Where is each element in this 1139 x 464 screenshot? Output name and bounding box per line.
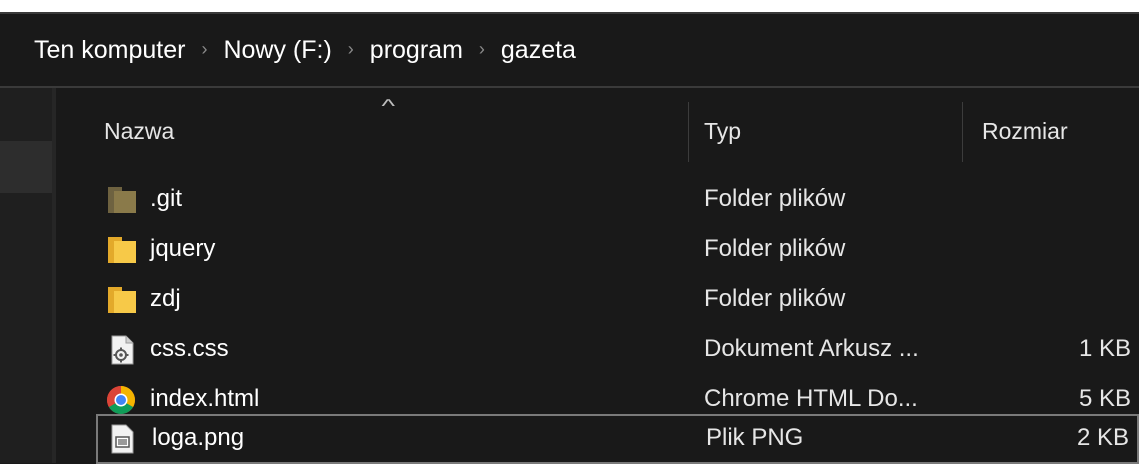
file-name: index.html [150,385,260,412]
file-size: 2 KB [1076,424,1129,451]
file-type: Dokument Arkusz ... [704,335,919,362]
sort-ascending-icon: ^ [381,96,395,116]
file-row[interactable]: loga.png Plik PNG 2 KB [96,414,1139,464]
file-size: 5 KB [1078,385,1131,412]
folder-icon [108,287,136,313]
file-row[interactable]: zdj Folder plików [96,275,1139,325]
chevron-right-icon[interactable]: › [348,39,354,60]
breadcrumb-item-gazeta[interactable]: gazeta [501,36,576,65]
file-list: ^ Nazwa Typ Rozmiar .git Folder plików j… [56,88,1139,464]
navigation-pane[interactable] [0,88,56,463]
file-name: .git [150,185,183,212]
address-bar[interactable]: Ten komputer › Nowy (F:) › program › gaz… [0,12,1139,88]
column-header-name[interactable]: Nazwa [104,118,174,145]
file-type: Folder plików [704,235,846,262]
column-header-type[interactable]: Typ [704,118,741,145]
chrome-icon [107,386,135,414]
column-header-size[interactable]: Rozmiar [982,118,1068,145]
hidden-folder-icon [108,187,136,213]
column-resize-handle[interactable] [962,102,963,162]
file-type: Chrome HTML Do... [704,385,918,412]
file-name: loga.png [152,424,245,451]
file-size: 1 KB [1078,335,1131,362]
file-name: css.css [150,335,229,362]
file-type: Folder plików [704,185,846,212]
file-row[interactable]: css.css Dokument Arkusz ... 1 KB [96,325,1139,375]
file-type: Plik PNG [706,424,804,451]
column-resize-handle[interactable] [688,102,689,162]
navigation-pane-selected-item[interactable] [0,141,52,193]
chevron-right-icon[interactable]: › [479,39,485,60]
file-row[interactable]: jquery Folder plików [96,225,1139,275]
file-row[interactable]: .git Folder plików [96,175,1139,225]
breadcrumb-item-drive[interactable]: Nowy (F:) [223,36,331,65]
chevron-right-icon[interactable]: › [201,39,207,60]
breadcrumb-item-program[interactable]: program [370,36,463,65]
folder-icon [108,237,136,263]
breadcrumb: Ten komputer › Nowy (F:) › program › gaz… [34,36,576,65]
column-header-row: ^ Nazwa Typ Rozmiar [56,88,1139,164]
file-type: Folder plików [704,285,846,312]
breadcrumb-item-this-pc[interactable]: Ten komputer [34,36,185,65]
file-name: zdj [150,285,181,312]
file-name: jquery [150,235,216,262]
css-file-icon [111,335,134,365]
window-top-edge [0,0,1139,12]
image-file-icon [111,424,134,454]
